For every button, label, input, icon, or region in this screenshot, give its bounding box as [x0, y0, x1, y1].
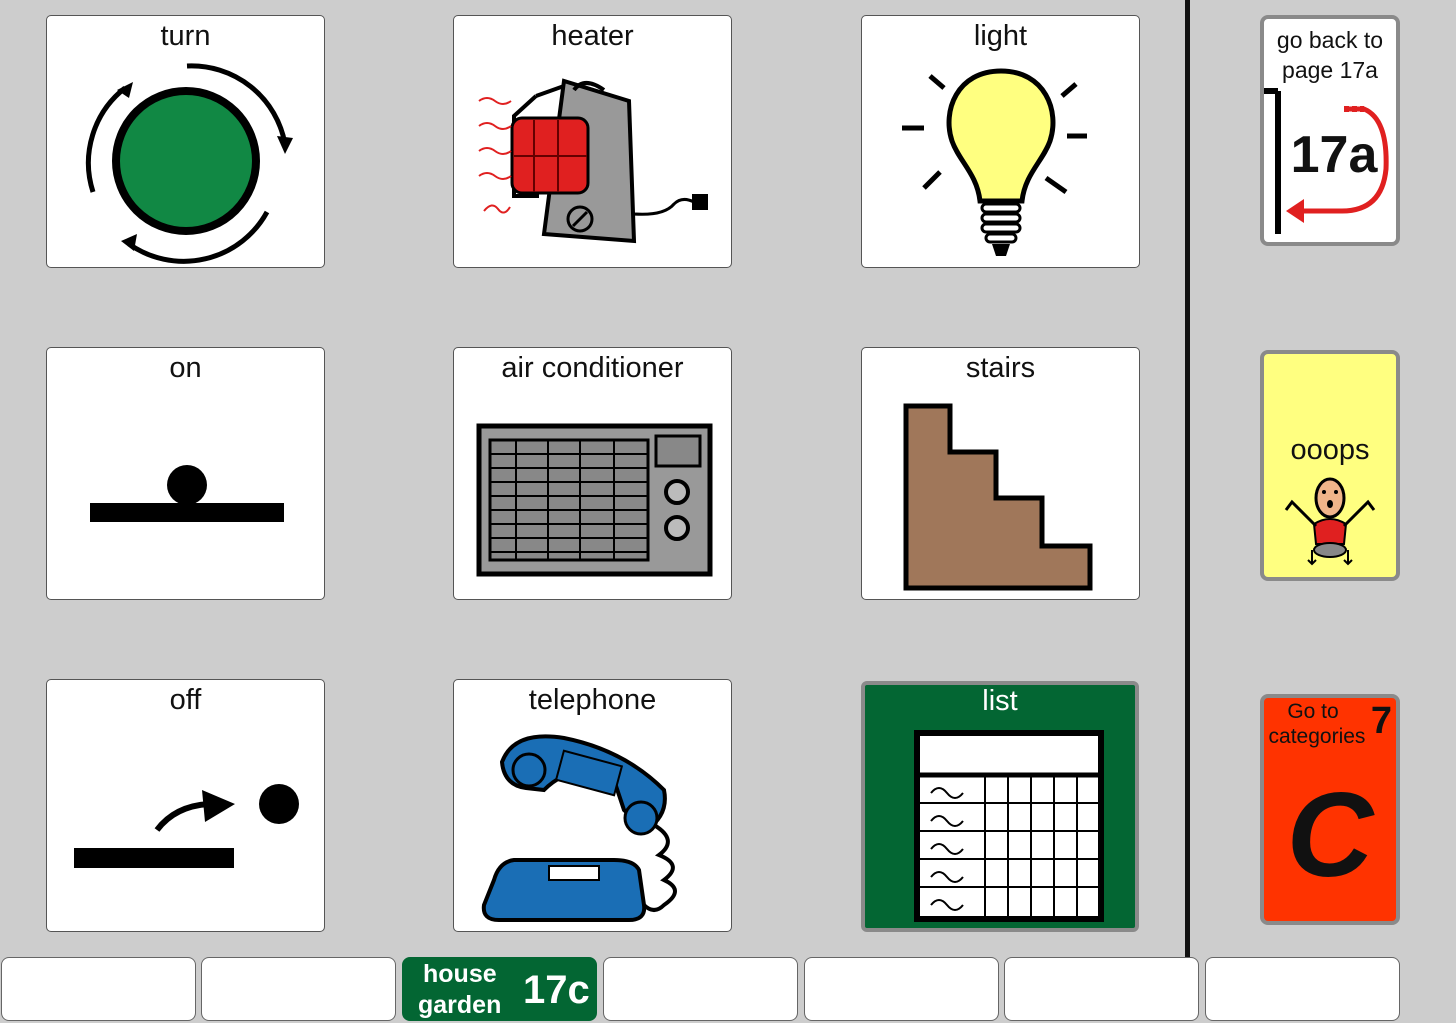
symbol-light[interactable]: light [861, 15, 1140, 268]
vertical-divider [1185, 0, 1190, 958]
stairs-icon [903, 403, 1093, 591]
on-icon [90, 465, 284, 522]
tab-garden-label: garden [418, 991, 502, 1019]
symbol-heater[interactable]: heater [453, 15, 732, 268]
bottom-tab-house-garden[interactable]: house garden 17c [402, 957, 597, 1021]
bottom-tab-5[interactable] [804, 957, 999, 1021]
off-icon [74, 784, 299, 868]
heater-icon [478, 78, 708, 244]
tab-page-number: 17c [523, 968, 590, 1012]
symbol-turn[interactable]: turn [46, 15, 325, 268]
bottom-tab-4[interactable] [603, 957, 798, 1021]
ooops-person-icon [1284, 477, 1376, 566]
symbol-telephone[interactable]: telephone [453, 679, 732, 932]
go-back-page-number: 17a [1290, 126, 1378, 184]
bottom-tab-1[interactable] [1, 957, 196, 1021]
light-bulb-icon [902, 68, 1087, 256]
categories-line2: categories [1268, 725, 1366, 748]
symbol-air-conditioner[interactable]: air conditioner [453, 347, 732, 600]
categories-number: 7 [1370, 700, 1392, 742]
telephone-icon [481, 734, 677, 922]
tab-house-label: house [423, 960, 497, 988]
bottom-tab-6[interactable] [1004, 957, 1199, 1021]
turn-icon [85, 63, 293, 264]
symbol-stairs[interactable]: stairs [861, 347, 1140, 600]
ooops-button[interactable]: ooops [1260, 350, 1400, 581]
categories-line1: Go to [1287, 700, 1339, 723]
categories-letter: C [1286, 768, 1374, 902]
symbol-on[interactable]: on [46, 347, 325, 600]
bottom-tab-2[interactable] [201, 957, 396, 1021]
go-back-button[interactable]: go back to page 17a 17a [1260, 15, 1400, 246]
symbol-list[interactable]: list [861, 681, 1139, 932]
symbol-off[interactable]: off [46, 679, 325, 932]
go-to-categories-button[interactable]: Go to categories 7 C [1260, 694, 1400, 925]
air-conditioner-icon [476, 423, 713, 577]
list-icon [914, 730, 1104, 922]
bottom-tab-7[interactable] [1205, 957, 1400, 1021]
